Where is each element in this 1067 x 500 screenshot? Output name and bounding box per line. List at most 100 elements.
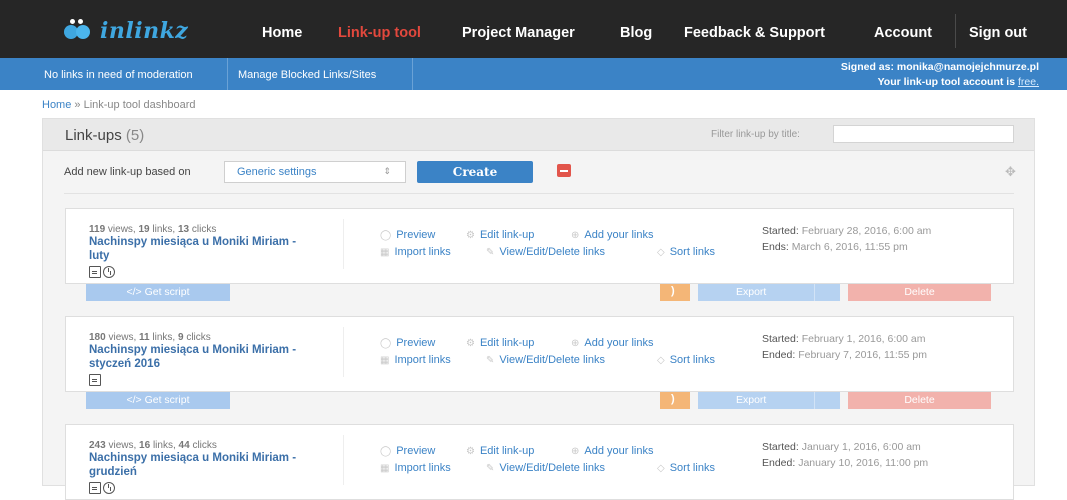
card-divider	[343, 435, 344, 485]
preview-link[interactable]: ◯ Preview	[380, 229, 435, 241]
eye-icon: ◯	[380, 338, 392, 349]
account-type-link[interactable]: free.	[1018, 76, 1039, 88]
panel-title-text: Link-ups	[65, 127, 122, 144]
link-up-dates: Started: February 1, 2016, 6:00 am Ended…	[762, 333, 928, 361]
import-links-link[interactable]: ▦ Import links	[380, 246, 451, 258]
document-icon	[89, 374, 101, 386]
link-up-icons	[89, 482, 115, 494]
breadcrumb-home[interactable]: Home	[42, 99, 71, 111]
inlinkz-logo[interactable]: inlinkz	[62, 18, 188, 44]
add-your-links-link[interactable]: ⊕ Add your links	[571, 337, 653, 349]
plus-icon: ⊕	[571, 338, 580, 349]
edit-link-up-link[interactable]: ⚙ Edit link-up	[466, 229, 534, 241]
sort-links-link[interactable]: ◇ Sort links	[657, 246, 715, 258]
signed-as-text: Signed as: monika@namojejchmurze.pl	[840, 61, 1039, 73]
settings-select-value: Generic settings	[237, 166, 317, 178]
document-icon	[89, 266, 101, 278]
rss-icon[interactable]	[660, 392, 690, 409]
link-up-title[interactable]: Nachinspy miesiąca u Moniki Miriam - sty…	[89, 343, 319, 371]
gear-icon: ⚙	[466, 230, 475, 241]
preview-link[interactable]: ◯ Preview	[380, 337, 435, 349]
breadcrumb-current: Link-up tool dashboard	[83, 99, 196, 111]
link-up-title[interactable]: Nachinspy miesiąca u Moniki Miriam - gru…	[89, 451, 319, 479]
nav-feedback-support[interactable]: Feedback & Support	[684, 25, 825, 41]
export-button[interactable]: Export	[698, 284, 840, 301]
sort-icon: ◇	[657, 247, 665, 258]
account-info: Signed as: monika@namojejchmurze.pl Your…	[841, 60, 1039, 90]
import-icon: ▦	[380, 247, 390, 258]
import-icon: ▦	[380, 355, 390, 366]
panel-header: Link-ups (5) Filter link-up by title:	[43, 119, 1034, 151]
moderation-link[interactable]: No links in need of moderation	[44, 69, 193, 81]
add-your-links-link[interactable]: ⊕ Add your links	[571, 229, 653, 241]
view-edit-delete-link[interactable]: ✎ View/Edit/Delete links	[486, 354, 605, 366]
sort-links-link[interactable]: ◇ Sort links	[657, 462, 715, 474]
link-up-dates: Started: January 1, 2016, 6:00 am Ended:…	[762, 441, 929, 469]
nav-home[interactable]: Home	[262, 25, 302, 41]
link-up-title[interactable]: Nachinspy miesiąca u Moniki Miriam - lut…	[89, 235, 319, 263]
document-icon	[89, 482, 101, 494]
link-up-stats: 180 views, 11 links, 9 clicks	[89, 332, 211, 343]
clock-icon	[103, 266, 115, 278]
nav-link-up-tool[interactable]: Link-up tool	[338, 25, 421, 41]
link-up-dates: Started: February 28, 2016, 6:00 am Ends…	[762, 225, 932, 253]
add-your-links-link[interactable]: ⊕ Add your links	[571, 445, 653, 457]
view-edit-delete-link[interactable]: ✎ View/Edit/Delete links	[486, 462, 605, 474]
link-up-stats: 119 views, 19 links, 13 clicks	[89, 224, 217, 235]
collapse-minus-icon[interactable]	[557, 164, 571, 177]
gear-icon: ⚙	[466, 338, 475, 349]
add-new-label: Add new link-up based on	[64, 166, 191, 178]
select-arrow-icon: ⇕	[383, 166, 391, 176]
edit-link-up-link[interactable]: ⚙ Edit link-up	[466, 337, 534, 349]
import-links-link[interactable]: ▦ Import links	[380, 354, 451, 366]
create-button[interactable]: Create	[417, 161, 533, 183]
link-up-icons	[89, 266, 115, 278]
card-button-row: </> Get script Export Delete	[65, 284, 1014, 301]
account-type-prefix: Your link-up tool account is	[877, 76, 1016, 88]
link-up-card: 180 views, 11 links, 9 clicks Nachinspy …	[65, 316, 1014, 392]
nav-project-manager[interactable]: Project Manager	[462, 25, 575, 41]
link-ups-panel: Link-ups (5) Filter link-up by title: Ad…	[42, 118, 1035, 500]
export-button[interactable]: Export	[698, 392, 840, 409]
rss-icon[interactable]	[660, 284, 690, 301]
subbar-divider	[227, 58, 228, 90]
sort-links-link[interactable]: ◇ Sort links	[657, 354, 715, 366]
pencil-icon: ✎	[486, 463, 495, 474]
card-divider	[343, 327, 344, 377]
filter-title-input[interactable]	[833, 125, 1014, 143]
import-icon: ▦	[380, 463, 390, 474]
nav-blog[interactable]: Blog	[620, 25, 652, 41]
link-up-card: 119 views, 19 links, 13 clicks Nachinspy…	[65, 208, 1014, 284]
logo-mascot-icon	[62, 19, 100, 43]
subbar-divider	[412, 58, 413, 90]
logo-text: inlinkz	[100, 18, 189, 44]
card-button-row: </> Get script Export Delete	[65, 392, 1014, 409]
gear-icon: ⚙	[466, 446, 475, 457]
settings-select[interactable]: Generic settings ⇕	[224, 161, 406, 183]
view-edit-delete-link[interactable]: ✎ View/Edit/Delete links	[486, 246, 605, 258]
eye-icon: ◯	[380, 230, 392, 241]
preview-link[interactable]: ◯ Preview	[380, 445, 435, 457]
manage-blocked-link[interactable]: Manage Blocked Links/Sites	[238, 69, 376, 81]
top-navbar: inlinkz Home Link-up tool Project Manage…	[0, 0, 1067, 58]
panel-title: Link-ups (5)	[65, 127, 144, 144]
filter-label: Filter link-up by title:	[711, 129, 800, 140]
get-script-button[interactable]: </> Get script	[86, 284, 230, 301]
breadcrumb: Home » Link-up tool dashboard	[42, 99, 196, 111]
delete-button[interactable]: Delete	[848, 392, 991, 409]
pencil-icon: ✎	[486, 355, 495, 366]
delete-button[interactable]: Delete	[848, 284, 991, 301]
nav-account[interactable]: Account	[874, 25, 932, 41]
import-links-link[interactable]: ▦ Import links	[380, 462, 451, 474]
nav-divider	[955, 14, 956, 48]
move-arrows-icon[interactable]: ✥	[1005, 164, 1019, 179]
clock-icon	[103, 482, 115, 494]
breadcrumb-separator: »	[74, 99, 81, 111]
sort-icon: ◇	[657, 355, 665, 366]
link-up-icons	[89, 374, 101, 386]
pencil-icon: ✎	[486, 247, 495, 258]
nav-sign-out[interactable]: Sign out	[969, 25, 1027, 41]
edit-link-up-link[interactable]: ⚙ Edit link-up	[466, 445, 534, 457]
plus-icon: ⊕	[571, 230, 580, 241]
get-script-button[interactable]: </> Get script	[86, 392, 230, 409]
